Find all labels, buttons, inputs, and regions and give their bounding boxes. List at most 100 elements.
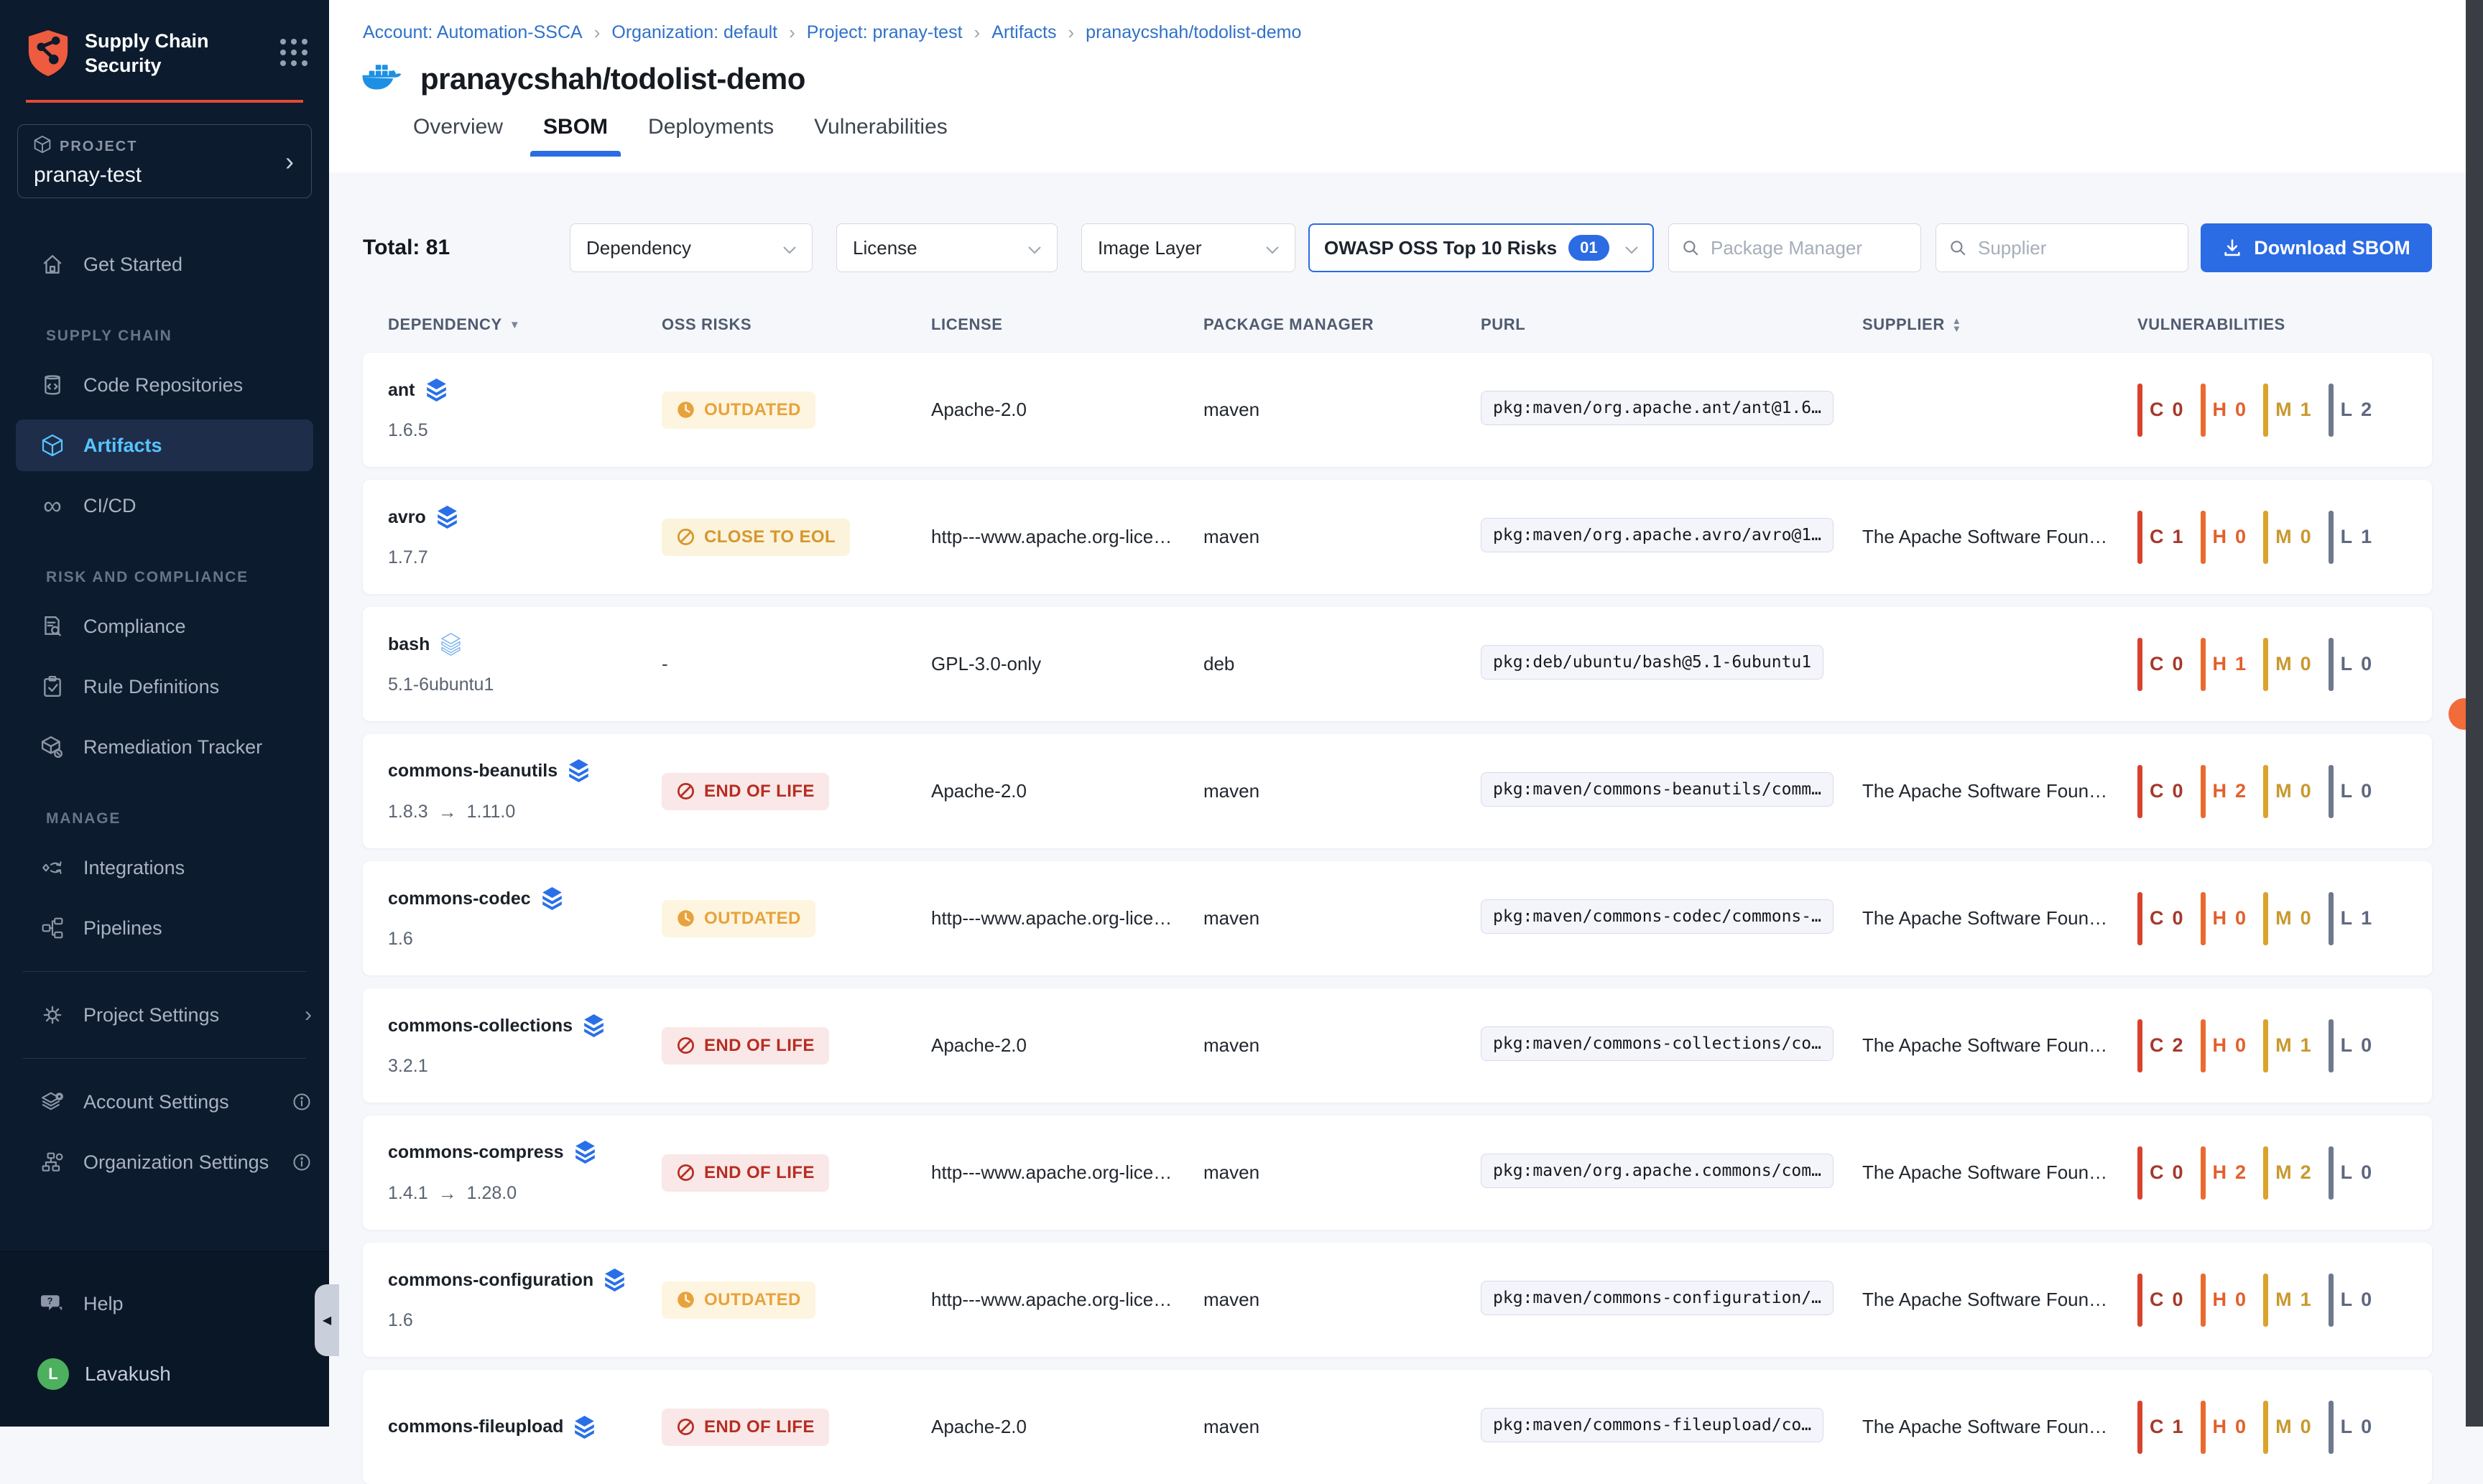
breadcrumb-link[interactable]: Organization: default <box>611 22 777 43</box>
table-row[interactable]: commons-configuration1.6OUTDATEDhttp---w… <box>363 1243 2432 1357</box>
table-row[interactable]: commons-fileuploadEND OF LIFEApache-2.0m… <box>363 1370 2432 1484</box>
filter-bar: Total: 81 Dependency License Image Layer <box>363 223 2483 272</box>
breadcrumb-link[interactable]: Account: Automation-SSCA <box>363 22 583 43</box>
sidebar-item-artifacts[interactable]: Artifacts <box>16 419 313 471</box>
dependency-cell: commons-fileupload <box>388 1416 662 1439</box>
purl-value[interactable]: pkg:maven/org.apache.avro/avro@1… <box>1481 518 1834 552</box>
image-layer-filter-dropdown[interactable]: Image Layer <box>1081 223 1295 272</box>
integrations-icon <box>40 855 65 880</box>
dropdown-label: License <box>853 237 917 259</box>
vuln-severity-bar <box>2201 1146 2206 1200</box>
purl-value[interactable]: pkg:maven/org.apache.ant/ant@1.6… <box>1481 391 1834 425</box>
dependency-version: 1.6 <box>388 1310 662 1331</box>
column-header-supplier[interactable]: SUPPLIER ▲▼ <box>1862 315 2137 334</box>
chevron-down-icon <box>1028 237 1041 259</box>
vuln-severity-bar <box>2263 892 2268 945</box>
vuln-chip-c: C1 <box>2137 1401 2183 1454</box>
chevron-left-icon: ◀ <box>323 1313 331 1327</box>
sidebar-item-get-started[interactable]: Get Started <box>0 238 329 290</box>
breadcrumb-link[interactable]: pranaycshah/todolist-demo <box>1086 22 1301 43</box>
purl-value[interactable]: pkg:maven/commons-fileupload/co… <box>1481 1408 1823 1442</box>
risk-badge-label: END OF LIFE <box>704 782 815 802</box>
purl-value[interactable]: pkg:maven/commons-codec/commons-… <box>1481 899 1834 934</box>
vuln-chip-m: M1 <box>2263 1274 2311 1327</box>
license-cell: GPL-3.0-only <box>931 653 1203 675</box>
breadcrumb-link[interactable]: Project: pranay-test <box>807 22 963 43</box>
supplier-cell: The Apache Software Foun… <box>1862 1034 2137 1057</box>
vuln-chip-c: C0 <box>2137 1146 2183 1200</box>
sidebar-item-organization-settings[interactable]: Organization Settings <box>0 1136 329 1188</box>
sidebar-item-pipelines[interactable]: Pipelines <box>0 902 329 954</box>
purl-value[interactable]: pkg:maven/commons-beanutils/comm… <box>1481 772 1834 807</box>
vuln-count: 1 <box>2301 1034 2311 1057</box>
purl-value[interactable]: pkg:deb/ubuntu/bash@5.1-6ubuntu1 <box>1481 645 1823 680</box>
table-row[interactable]: commons-codec1.6OUTDATEDhttp---www.apach… <box>363 861 2432 975</box>
vuln-chip-c: C0 <box>2137 892 2183 945</box>
purl-cell: pkg:maven/commons-collections/co… <box>1481 1026 1862 1065</box>
main-scrollbar[interactable] <box>2466 0 2483 1427</box>
risk-badge: OUTDATED <box>662 391 815 429</box>
vuln-severity-letter: C <box>2150 526 2164 548</box>
tab-overview[interactable]: Overview <box>413 115 503 157</box>
sidebar-item-code-repositories[interactable]: Code Repositories <box>0 359 329 411</box>
vuln-count: 0 <box>2235 526 2246 548</box>
dependency-cell: bash5.1-6ubuntu1 <box>388 633 662 695</box>
tab-vulnerabilities[interactable]: Vulnerabilities <box>814 115 948 157</box>
purl-value[interactable]: pkg:maven/commons-collections/co… <box>1481 1026 1834 1061</box>
supplier-search-input[interactable] <box>1936 223 2188 272</box>
purl-value[interactable]: pkg:maven/org.apache.commons/com… <box>1481 1154 1834 1188</box>
column-header-dependency[interactable]: DEPENDENCY ▼ <box>388 315 662 334</box>
sidebar-item-rule-definitions[interactable]: Rule Definitions <box>0 661 329 713</box>
project-selector[interactable]: PROJECT pranay-test › <box>17 124 312 198</box>
dependency-name: commons-collections <box>388 1016 573 1037</box>
tab-deployments[interactable]: Deployments <box>648 115 774 157</box>
version-current: 5.1-6ubuntu1 <box>388 674 494 695</box>
sidebar-item-compliance[interactable]: Compliance <box>0 600 329 652</box>
table-row[interactable]: commons-compress1.4.1→1.28.0END OF LIFEh… <box>363 1116 2432 1230</box>
table-row[interactable]: avro1.7.7CLOSE TO EOLhttp---www.apache.o… <box>363 480 2432 594</box>
sidebar-divider <box>23 971 306 972</box>
breadcrumb-link[interactable]: Artifacts <box>991 22 1056 43</box>
info-icon[interactable] <box>292 1092 312 1112</box>
vuln-severity-bar <box>2329 1146 2334 1200</box>
sidebar-item-cicd[interactable]: ∞ CI/CD <box>0 480 329 532</box>
circle-slash-icon <box>676 1036 695 1055</box>
risk-badge-label: END OF LIFE <box>704 1036 815 1056</box>
tab-sbom[interactable]: SBOM <box>543 115 608 157</box>
dependency-filter-dropdown[interactable]: Dependency <box>570 223 813 272</box>
table-row[interactable]: ant1.6.5OUTDATEDApache-2.0mavenpkg:maven… <box>363 353 2432 467</box>
purl-value[interactable]: pkg:maven/commons-configuration/… <box>1481 1281 1834 1315</box>
circle-slash-icon <box>676 782 695 801</box>
vuln-severity-letter: C <box>2150 1289 2164 1311</box>
user-menu[interactable]: L Lavakush <box>0 1358 329 1390</box>
tab-label: Overview <box>413 115 503 139</box>
oss-risk-cell: - <box>662 653 931 675</box>
layers-icon <box>575 1141 595 1164</box>
layers-icon <box>441 633 461 656</box>
license-filter-dropdown[interactable]: License <box>836 223 1058 272</box>
owasp-risks-filter-dropdown[interactable]: OWASP OSS Top 10 Risks 01 <box>1308 223 1654 272</box>
layers-icon <box>605 1269 624 1291</box>
table-row[interactable]: commons-beanutils1.8.3→1.11.0END OF LIFE… <box>363 734 2432 848</box>
vuln-severity-bar <box>2137 511 2142 564</box>
vuln-severity-letter: L <box>2341 1034 2353 1057</box>
download-sbom-button[interactable]: Download SBOM <box>2201 223 2432 272</box>
app-grid-icon[interactable] <box>280 39 308 66</box>
vuln-chip-m: M0 <box>2263 892 2311 945</box>
sidebar-item-integrations[interactable]: Integrations <box>0 842 329 894</box>
vuln-count: 0 <box>2301 526 2311 548</box>
package-manager-search-input[interactable] <box>1668 223 1921 272</box>
license-cell: http---www.apache.org-lice… <box>931 526 1203 548</box>
table-row[interactable]: commons-collections3.2.1END OF LIFEApach… <box>363 988 2432 1103</box>
sidebar-collapse-handle[interactable]: ◀ <box>315 1284 339 1356</box>
table-row[interactable]: bash5.1-6ubuntu1-GPL-3.0-onlydebpkg:deb/… <box>363 607 2432 721</box>
package-manager-search <box>1668 223 1921 272</box>
sidebar-footer: ? Help L Lavakush <box>0 1251 329 1427</box>
sidebar-item-remediation-tracker[interactable]: Remediation Tracker <box>0 721 329 773</box>
info-icon[interactable] <box>292 1152 312 1172</box>
vuln-count: 0 <box>2301 1416 2311 1438</box>
vuln-severity-bar <box>2263 1401 2268 1454</box>
sidebar-item-project-settings[interactable]: Project Settings › <box>0 989 329 1041</box>
sidebar-item-help[interactable]: ? Help <box>0 1278 329 1330</box>
sidebar-item-account-settings[interactable]: Account Settings <box>0 1076 329 1128</box>
